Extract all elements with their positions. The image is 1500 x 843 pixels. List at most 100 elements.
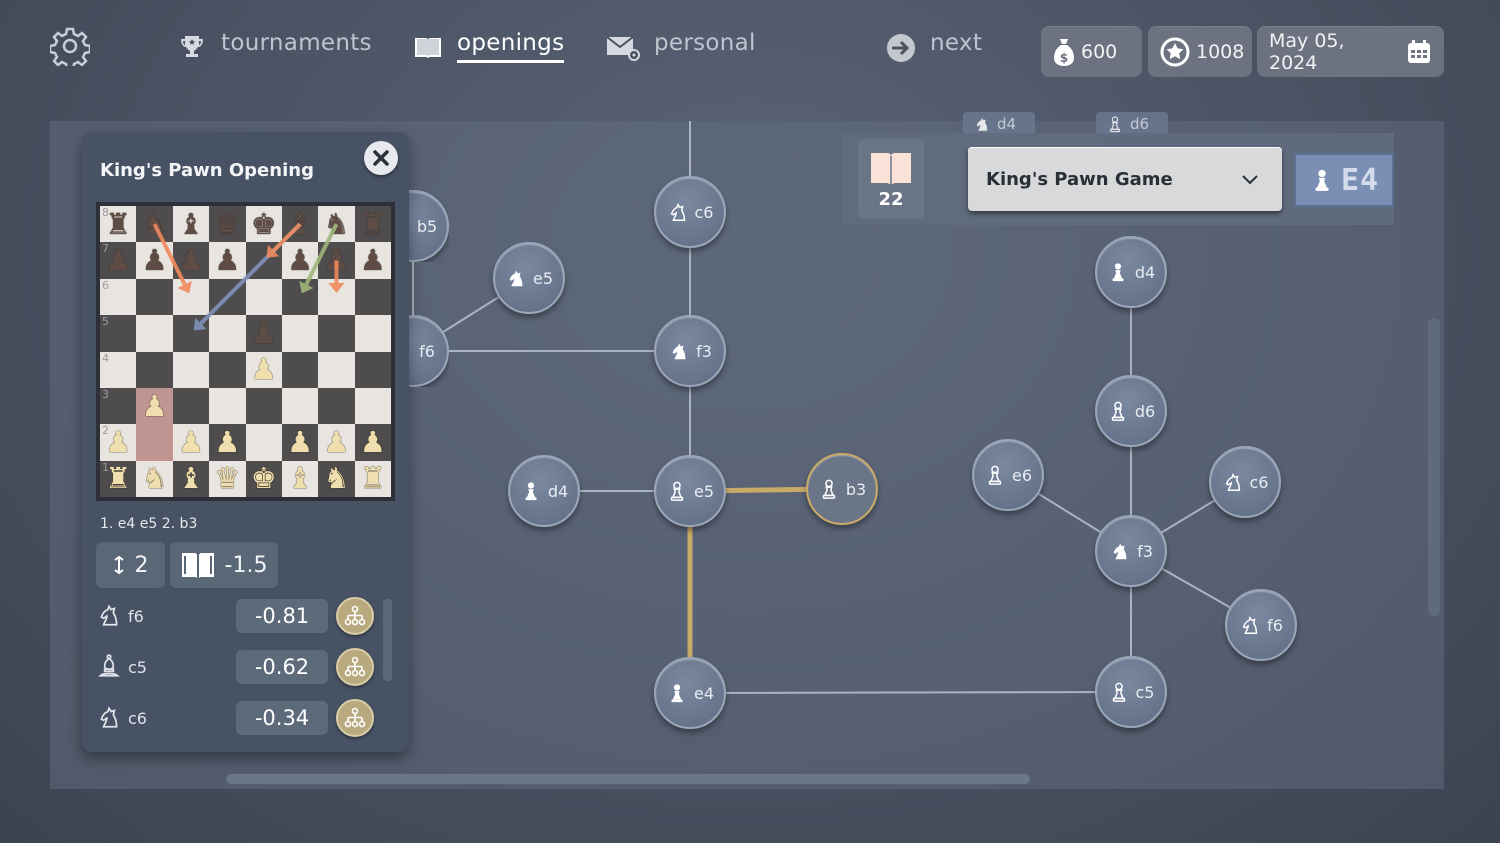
square-f2[interactable]: ♟	[281, 424, 319, 461]
square-f4[interactable]	[281, 351, 319, 388]
tree-node-f6[interactable]: f6	[1225, 589, 1297, 661]
opening-dropdown[interactable]: King's Pawn Game	[968, 147, 1282, 211]
explore-tree-button[interactable]	[336, 648, 374, 686]
tree-node-b3[interactable]: b3	[806, 453, 878, 525]
square-b3[interactable]: ♟	[136, 387, 173, 425]
square-d4[interactable]	[209, 351, 246, 388]
square-a3[interactable]: 3	[100, 387, 137, 425]
square-g8[interactable]: ♞	[318, 206, 355, 243]
square-d8[interactable]: ♛	[209, 206, 246, 243]
square-e8[interactable]: ♚	[245, 206, 282, 243]
settings-button[interactable]	[48, 26, 92, 71]
black-bishop-piece[interactable]: ♝	[178, 209, 204, 239]
black-rook-piece[interactable]: ♜	[105, 209, 131, 239]
square-c5[interactable]	[172, 315, 210, 352]
square-e7[interactable]	[245, 242, 282, 279]
black-knight-piece[interactable]: ♞	[323, 209, 349, 239]
tab-openings[interactable]: openings	[413, 30, 565, 63]
black-pawn-piece[interactable]: ♟	[178, 246, 204, 275]
square-g7[interactable]: ♟	[318, 242, 355, 279]
square-f3[interactable]	[281, 387, 319, 425]
black-pawn-piece[interactable]: ♟	[287, 246, 313, 275]
square-e1[interactable]: ♚	[245, 460, 282, 497]
black-queen-piece[interactable]: ♛	[214, 209, 240, 239]
square-d3[interactable]	[209, 387, 246, 425]
vertical-scrollbar[interactable]	[1428, 318, 1440, 616]
white-bishop-piece[interactable]: ♝	[287, 464, 313, 493]
white-pawn-piece[interactable]: ♟	[105, 427, 131, 457]
black-pawn-piece[interactable]: ♟	[214, 246, 240, 275]
square-f1[interactable]: ♝	[281, 460, 319, 497]
black-knight-piece[interactable]: ♞	[142, 209, 168, 239]
square-d6[interactable]	[209, 278, 246, 316]
square-g2[interactable]: ♟	[318, 424, 355, 461]
white-pawn-piece[interactable]: ♟	[251, 355, 277, 384]
white-pawn-piece[interactable]: ♟	[214, 427, 240, 457]
black-rook-piece[interactable]: ♜	[360, 209, 386, 239]
square-d2[interactable]: ♟	[209, 424, 246, 461]
square-b5[interactable]	[136, 315, 173, 352]
square-f5[interactable]	[281, 315, 319, 352]
white-knight-piece[interactable]: ♞	[142, 464, 168, 493]
square-d5[interactable]	[209, 315, 246, 352]
square-a7[interactable]: 7 ♟	[100, 242, 137, 279]
white-pawn-piece[interactable]: ♟	[142, 391, 168, 421]
square-d1[interactable]: ♛	[209, 460, 246, 497]
square-a5[interactable]: 5	[100, 315, 137, 352]
square-h8[interactable]: ♜	[354, 206, 391, 243]
date-display[interactable]: May 05, 2024	[1257, 26, 1444, 77]
chess-board[interactable]: 8 ♜ ♞ ♝ ♛ ♚ ♝ ♞ ♜ 7 ♟ ♟ ♟ ♟ ♟ ♟ ♟ 6 5 ♟ 4 ♟ 3 ♟ 2 ♟ ♟ ♟ ♟ ♟ ♟ 1 ♜ ♞ ♝ ♛ ♚ ♝ ♞ ♜	[96, 202, 395, 501]
square-b8[interactable]: ♞	[136, 206, 173, 243]
square-g5[interactable]	[318, 315, 355, 352]
square-c3[interactable]	[172, 387, 210, 425]
tree-node-e4[interactable]: e4	[654, 657, 726, 729]
square-c7[interactable]: ♟	[172, 242, 210, 279]
square-c6[interactable]	[172, 278, 210, 316]
square-h4[interactable]	[354, 351, 391, 388]
square-c4[interactable]	[172, 351, 210, 388]
tab-tournaments[interactable]: tournaments	[177, 30, 372, 63]
tree-node-f3[interactable]: f3	[654, 315, 726, 387]
square-f8[interactable]: ♝	[281, 206, 319, 243]
tree-node-d6[interactable]: d6	[1095, 375, 1167, 447]
square-b7[interactable]: ♟	[136, 242, 173, 279]
square-h6[interactable]	[354, 278, 391, 316]
square-h1[interactable]: ♜	[354, 460, 391, 497]
tree-node-c6[interactable]: c6	[1209, 446, 1281, 518]
white-pawn-piece[interactable]: ♟	[323, 427, 349, 457]
square-b1[interactable]: ♞	[136, 460, 173, 497]
tree-node-e5[interactable]: e5	[493, 242, 565, 314]
tree-node-c5[interactable]: c5	[1095, 656, 1167, 728]
square-g4[interactable]	[318, 351, 355, 388]
square-e2[interactable]	[245, 424, 282, 461]
square-h3[interactable]	[354, 387, 391, 425]
square-a6[interactable]: 6	[100, 278, 137, 316]
square-g3[interactable]	[318, 387, 355, 425]
square-e5[interactable]: ♟	[245, 315, 282, 352]
tree-node-d4[interactable]: d4	[508, 455, 580, 527]
book-count-badge[interactable]: 22	[858, 139, 924, 219]
square-c2[interactable]: ♟	[172, 424, 210, 461]
candidate-move-row[interactable]: c5 -0.62	[96, 648, 376, 688]
tree-node-d4[interactable]: d4	[1095, 236, 1167, 308]
next-button[interactable]: next	[886, 30, 982, 63]
panel-scrollbar[interactable]	[383, 599, 392, 681]
black-king-piece[interactable]: ♚	[251, 209, 277, 239]
square-h5[interactable]	[354, 315, 391, 352]
square-h2[interactable]: ♟	[354, 424, 391, 461]
square-a2[interactable]: 2 ♟	[100, 424, 137, 461]
close-button[interactable]	[364, 141, 398, 175]
black-pawn-piece[interactable]: ♟	[142, 246, 168, 275]
candidate-move-row[interactable]: f6 -0.81	[96, 597, 376, 637]
white-bishop-piece[interactable]: ♝	[178, 464, 204, 493]
white-rook-piece[interactable]: ♜	[360, 464, 386, 493]
square-a4[interactable]: 4	[100, 351, 137, 388]
white-knight-piece[interactable]: ♞	[323, 464, 349, 493]
square-c1[interactable]: ♝	[172, 460, 210, 497]
tab-personal[interactable]: personal	[606, 30, 756, 63]
square-e4[interactable]: ♟	[245, 351, 282, 388]
square-b2[interactable]	[136, 424, 173, 461]
square-h7[interactable]: ♟	[354, 242, 391, 279]
white-king-piece[interactable]: ♚	[251, 464, 277, 493]
square-a8[interactable]: 8 ♜	[100, 206, 137, 243]
